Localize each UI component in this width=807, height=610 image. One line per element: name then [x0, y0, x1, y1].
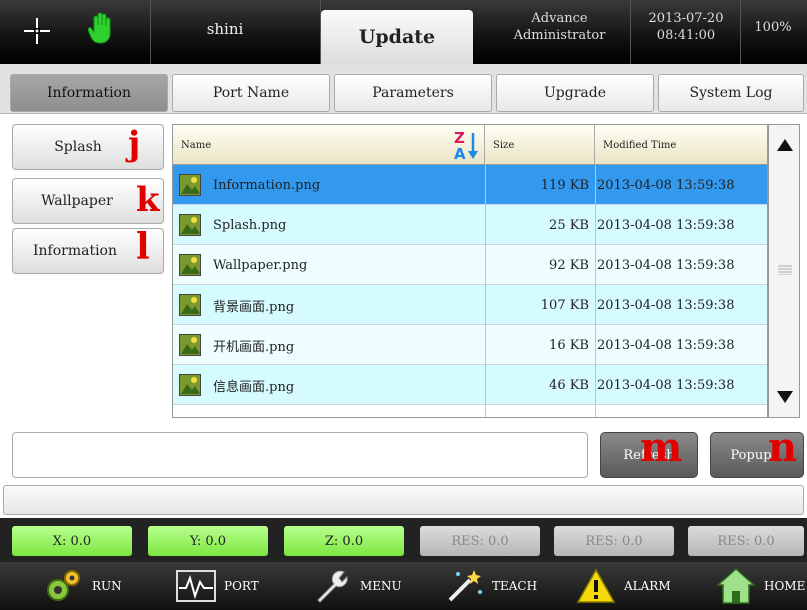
- coord-x: X: 0.0: [12, 526, 132, 556]
- tab-system-log[interactable]: System Log: [658, 74, 804, 112]
- warning-icon: [576, 568, 616, 603]
- file-name: Splash.png: [213, 217, 287, 233]
- file-name: Wallpaper.png: [213, 257, 308, 273]
- file-modified: 2013-04-08 13:59:38: [597, 257, 735, 273]
- nav-teach[interactable]: TEACH: [444, 562, 537, 610]
- file-name: 背景画面.png: [213, 299, 295, 315]
- table-row[interactable]: Information.png 119 KB 2013-04-08 13:59:…: [173, 165, 767, 205]
- file-size: 107 KB: [540, 297, 589, 313]
- image-file-icon: [179, 214, 201, 236]
- nav-port-label: PORT: [224, 579, 259, 593]
- splash-button[interactable]: Splash: [12, 124, 164, 170]
- tab-upgrade[interactable]: Upgrade: [496, 74, 654, 112]
- hand-icon[interactable]: [88, 12, 116, 46]
- nav-home-label: HOME: [764, 579, 806, 593]
- coord-y: Y: 0.0: [148, 526, 268, 556]
- file-name: 开机画面.png: [213, 339, 295, 355]
- wand-icon: [448, 570, 482, 602]
- table-row[interactable]: Splash.png 25 KB 2013-04-08 13:59:38: [173, 205, 767, 245]
- nav-alarm-label: ALARM: [624, 579, 671, 593]
- file-name: 信息画面.png: [213, 379, 295, 395]
- crosshair-icon[interactable]: [22, 16, 52, 46]
- marker-k: k: [136, 180, 160, 220]
- column-modified[interactable]: Modified Time: [595, 125, 767, 165]
- file-table: Name Z A Size Modified Time Information.…: [172, 124, 768, 418]
- coord-res-3: RES: 0.0: [688, 526, 804, 556]
- marker-n: n: [768, 424, 798, 471]
- svg-text:A: A: [454, 145, 466, 161]
- user-name: shini: [206, 20, 244, 38]
- coordinate-bar: X: 0.0 Y: 0.0 Z: 0.0 RES: 0.0 RES: 0.0 R…: [0, 518, 807, 562]
- battery-level: 100%: [754, 20, 792, 35]
- scroll-down-arrow-icon[interactable]: [777, 391, 793, 403]
- scroll-up-arrow-icon[interactable]: [777, 139, 793, 151]
- image-file-icon: [179, 174, 201, 196]
- screen-title: Update: [321, 10, 473, 64]
- table-row[interactable]: 开机画面.png 16 KB 2013-04-08 13:59:38: [173, 325, 767, 365]
- table-row[interactable]: 背景画面.png 107 KB 2013-04-08 13:59:38: [173, 285, 767, 325]
- image-file-icon: [179, 334, 201, 356]
- tab-parameters[interactable]: Parameters: [334, 74, 492, 112]
- image-file-icon: [179, 294, 201, 316]
- file-size: 92 KB: [549, 257, 589, 273]
- file-modified: 2013-04-08 13:59:38: [597, 377, 735, 393]
- information-button-label: Information: [32, 243, 118, 259]
- column-name-label: Name: [181, 139, 212, 151]
- role-line-2: Administrator: [513, 28, 606, 43]
- file-size: 119 KB: [540, 177, 589, 193]
- coord-res-1: RES: 0.0: [420, 526, 540, 556]
- bottom-nav: RUN PORT MENU TEACH ALARM HOME: [0, 562, 807, 610]
- tab-port-name[interactable]: Port Name: [172, 74, 330, 112]
- image-file-icon: [179, 374, 201, 396]
- wrench-icon: [317, 570, 348, 603]
- popup-button-label: Popup: [730, 447, 772, 463]
- nav-run[interactable]: RUN: [44, 562, 122, 610]
- file-size: 16 KB: [549, 337, 589, 353]
- home-icon: [716, 567, 756, 604]
- file-modified: 2013-04-08 13:59:38: [597, 337, 735, 353]
- wallpaper-button-label: Wallpaper: [41, 193, 113, 209]
- path-field[interactable]: [12, 432, 588, 478]
- nav-home[interactable]: HOME: [716, 562, 805, 610]
- marker-l: l: [136, 226, 150, 268]
- table-row[interactable]: 信息画面.png 46 KB 2013-04-08 13:59:38: [173, 365, 767, 405]
- column-size[interactable]: Size: [485, 125, 595, 165]
- nav-port[interactable]: PORT: [176, 562, 259, 610]
- waveform-icon: [176, 570, 216, 602]
- nav-run-label: RUN: [92, 579, 122, 593]
- column-divider: [485, 165, 486, 417]
- file-modified: 2013-04-08 13:59:38: [597, 297, 735, 313]
- table-row[interactable]: Wallpaper.png 92 KB 2013-04-08 13:59:38: [173, 245, 767, 285]
- column-divider: [595, 165, 596, 417]
- file-name: Information.png: [213, 177, 321, 193]
- file-size: 25 KB: [549, 217, 589, 233]
- scroll-grip-icon[interactable]: [778, 265, 792, 275]
- file-modified: 2013-04-08 13:59:38: [597, 177, 735, 193]
- marker-j: j: [128, 124, 141, 164]
- nav-alarm[interactable]: ALARM: [576, 562, 671, 610]
- splash-button-label: Splash: [54, 139, 102, 155]
- sort-za-icon[interactable]: Z A: [452, 129, 480, 161]
- time-text: 08:41:00: [656, 28, 716, 43]
- nav-menu[interactable]: MENU: [312, 562, 402, 610]
- tab-bar: Information Port Name Parameters Upgrade…: [0, 64, 807, 114]
- file-size: 46 KB: [549, 377, 589, 393]
- nav-menu-label: MENU: [360, 579, 402, 593]
- gears-icon: [47, 570, 80, 601]
- table-header: Name Z A Size Modified Time: [173, 125, 767, 165]
- file-modified: 2013-04-08 13:59:38: [597, 217, 735, 233]
- datetime: 2013-07-20 08:41:00: [636, 10, 736, 44]
- user-role: Advance Administrator: [492, 10, 627, 44]
- role-line-1: Advance: [531, 11, 588, 26]
- column-name[interactable]: Name Z A: [173, 125, 485, 165]
- marker-m: m: [640, 424, 683, 471]
- table-scrollbar[interactable]: [768, 124, 800, 418]
- image-file-icon: [179, 254, 201, 276]
- nav-teach-label: TEACH: [492, 579, 538, 593]
- coord-res-2: RES: 0.0: [554, 526, 674, 556]
- status-bar: [3, 485, 804, 515]
- date-text: 2013-07-20: [648, 11, 724, 26]
- tab-information[interactable]: Information: [10, 74, 168, 112]
- coord-z: Z: 0.0: [284, 526, 404, 556]
